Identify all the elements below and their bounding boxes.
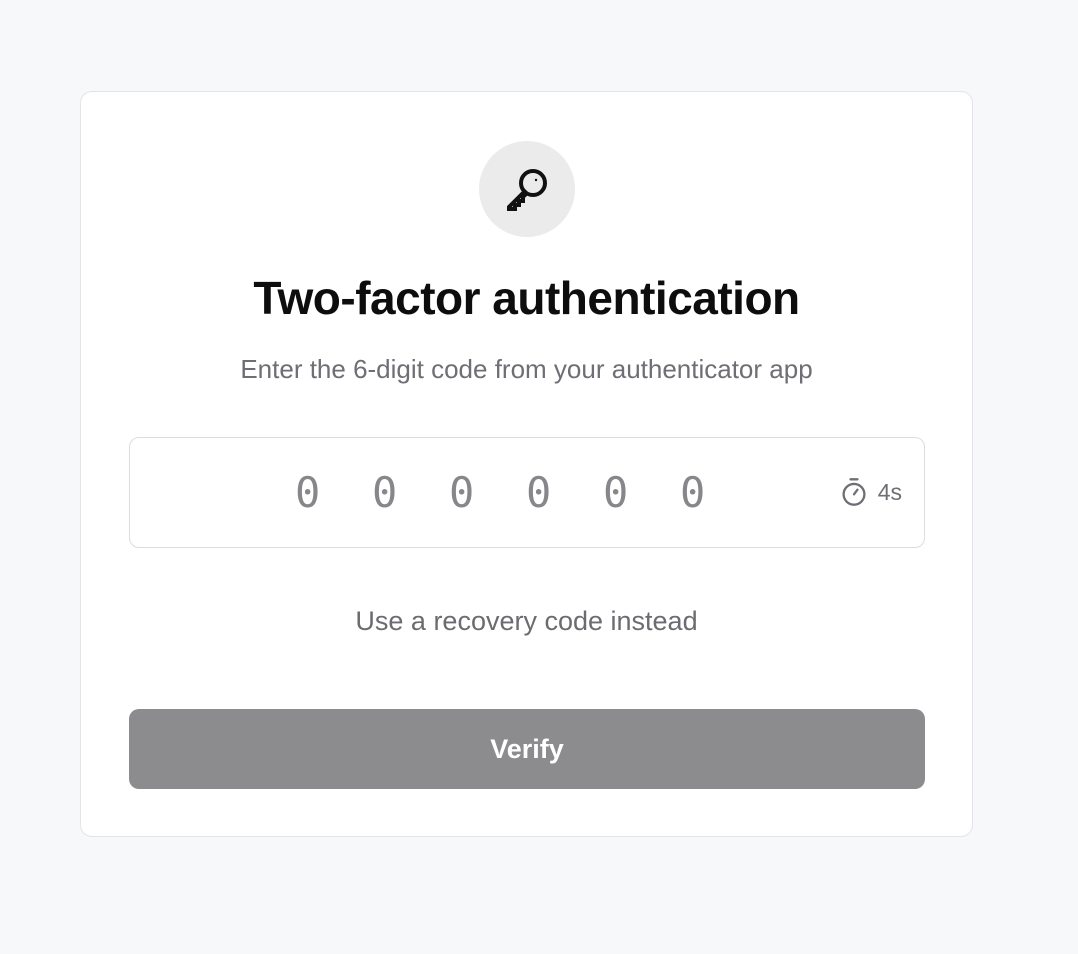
code-digit-1[interactable]: 0 [278, 468, 355, 517]
key-icon [479, 141, 575, 237]
stopwatch-icon [842, 478, 866, 506]
code-digit-6[interactable]: 0 [663, 468, 740, 517]
code-digit-5[interactable]: 0 [586, 468, 663, 517]
page-title: Two-factor authentication [253, 272, 800, 324]
code-digit-3[interactable]: 0 [432, 468, 509, 517]
two-factor-card: Two-factor authentication Enter the 6-di… [80, 91, 973, 837]
timer-value: 4s [877, 478, 902, 505]
verification-code-input[interactable]: 0 0 0 0 0 0 4s [129, 437, 925, 548]
code-digit-4[interactable]: 0 [509, 468, 586, 517]
page-subtitle: Enter the 6-digit code from your authent… [240, 354, 813, 384]
recovery-code-link[interactable]: Use a recovery code instead [81, 603, 972, 639]
code-digit-2[interactable]: 0 [355, 468, 432, 517]
code-digits[interactable]: 0 0 0 0 0 0 [278, 438, 740, 546]
code-timer: 4s [840, 438, 902, 546]
verify-button[interactable]: Verify [129, 709, 925, 789]
